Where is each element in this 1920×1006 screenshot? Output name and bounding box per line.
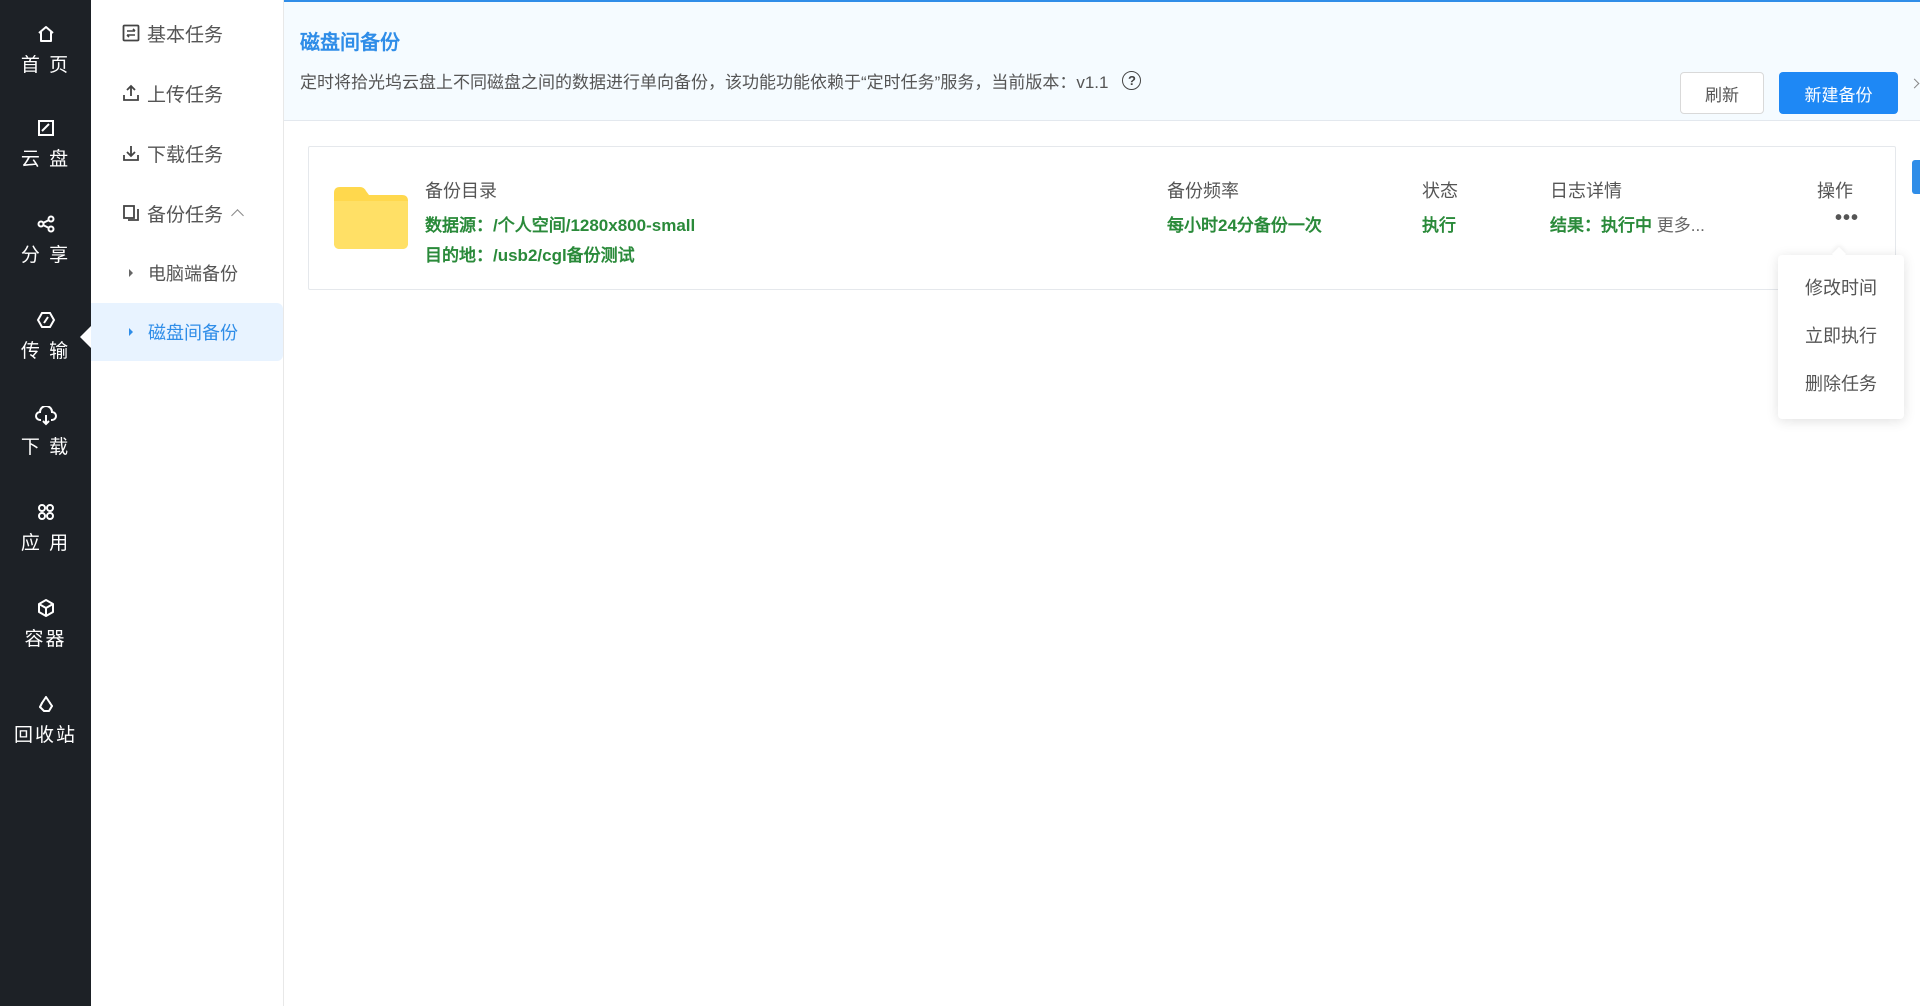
refresh-button[interactable]: 刷新 [1680,72,1764,114]
menu-item-delete-task[interactable]: 删除任务 [1778,359,1904,407]
log-result: 结果：执行中 [1550,216,1652,235]
description-text: 定时将拾光坞云盘上不同磁盘之间的数据进行单向备份，该功能功能依赖于“定时任务”服… [300,73,1109,92]
nav-item-recycle[interactable]: 回收站 [0,672,91,768]
nav-item-cloud[interactable]: 云 盘 [0,96,91,192]
submenu-item-pc-backup[interactable]: 电脑端备份 [91,244,283,302]
column-header-status: 状态 [1422,181,1458,201]
download-icon [121,143,141,163]
submenu-label: 上传任务 [147,84,224,106]
nav-label: 回收站 [13,725,77,746]
submenu-label: 基本任务 [147,24,224,46]
task-submenu: 基本任务 上传任务 下载任务 备份任务 电脑端备份 磁盘间备份 [91,0,284,1006]
log-more-link[interactable]: 更多... [1657,216,1705,235]
folder-icon [334,187,408,249]
page-title: 磁盘间备份 [300,32,400,54]
nav-item-transfer[interactable]: 传 输 [0,288,91,384]
page-header: 磁盘间备份 定时将拾光坞云盘上不同磁盘之间的数据进行单向备份，该功能功能依赖于“… [284,2,1920,121]
main-nav: 首 页 云 盘 分 享 传 输 下 载 应 用 容器 回收站 [0,0,91,1006]
caret-right-icon [129,328,133,336]
backup-frequency: 每小时24分备份一次 [1167,216,1322,235]
task-list-icon [121,23,141,43]
menu-item-run-now[interactable]: 立即执行 [1778,311,1904,359]
recycle-icon [35,693,57,715]
nav-label: 分 享 [20,245,71,266]
nav-item-download[interactable]: 下 载 [0,384,91,480]
nav-item-apps[interactable]: 应 用 [0,480,91,576]
help-icon[interactable]: ? [1122,71,1142,90]
nav-label: 应 用 [20,533,71,554]
menu-item-modify-time[interactable]: 修改时间 [1778,263,1904,311]
column-header-dir: 备份目录 [425,181,497,201]
nav-label: 首 页 [20,55,71,76]
nav-item-home[interactable]: 首 页 [0,2,91,98]
caret-right-icon [129,269,133,277]
backup-task-card: 备份目录 数据源：/个人空间/1280x800-small 目的地：/usb2/… [308,146,1896,290]
submenu-label: 磁盘间备份 [148,323,238,343]
log-detail: 结果：执行中 更多... [1550,211,1705,236]
apps-icon [35,501,57,523]
submenu-label: 电脑端备份 [148,264,238,284]
side-tab[interactable] [1912,160,1920,194]
submenu-item-backup-tasks[interactable]: 备份任务 [91,184,283,242]
submenu-label: 下载任务 [147,144,224,166]
main-content: 磁盘间备份 定时将拾光坞云盘上不同磁盘之间的数据进行单向备份，该功能功能依赖于“… [284,0,1920,1006]
backup-source: 数据源：/个人空间/1280x800-small [425,216,696,235]
upload-icon [121,83,141,103]
submenu-item-disk-backup[interactable]: 磁盘间备份 [91,303,283,361]
nav-label: 容器 [24,629,67,650]
column-header-frequency: 备份频率 [1167,181,1239,201]
submenu-item-upload-tasks[interactable]: 上传任务 [91,64,283,122]
copy-icon [121,203,141,223]
nav-label: 下 载 [20,437,71,458]
page-description: 定时将拾光坞云盘上不同磁盘之间的数据进行单向备份，该功能功能依赖于“定时任务”服… [300,68,1142,93]
submenu-label: 备份任务 [147,204,224,226]
nav-label: 传 输 [20,341,71,362]
share-icon [35,213,57,235]
chevron-right-icon[interactable] [1909,78,1920,89]
column-header-ops: 操作 [1817,181,1853,201]
backup-destination: 目的地：/usb2/cgl备份测试 [425,246,635,265]
download-cloud-icon [34,405,57,427]
container-icon [35,597,57,619]
more-actions-icon[interactable]: ••• [1835,208,1859,228]
actions-dropdown: 修改时间 立即执行 删除任务 [1778,255,1904,419]
nav-label: 云 盘 [20,149,71,170]
chevron-up-icon [231,209,244,222]
status-value: 执行 [1422,216,1456,235]
column-header-log: 日志详情 [1550,181,1622,201]
submenu-item-basic-tasks[interactable]: 基本任务 [91,4,283,62]
nav-item-container[interactable]: 容器 [0,576,91,672]
new-backup-button[interactable]: 新建备份 [1779,72,1898,114]
transfer-icon [35,309,57,331]
submenu-item-download-tasks[interactable]: 下载任务 [91,124,283,182]
nav-item-share[interactable]: 分 享 [0,192,91,288]
cloud-disk-icon [35,117,57,139]
home-icon [35,23,57,45]
